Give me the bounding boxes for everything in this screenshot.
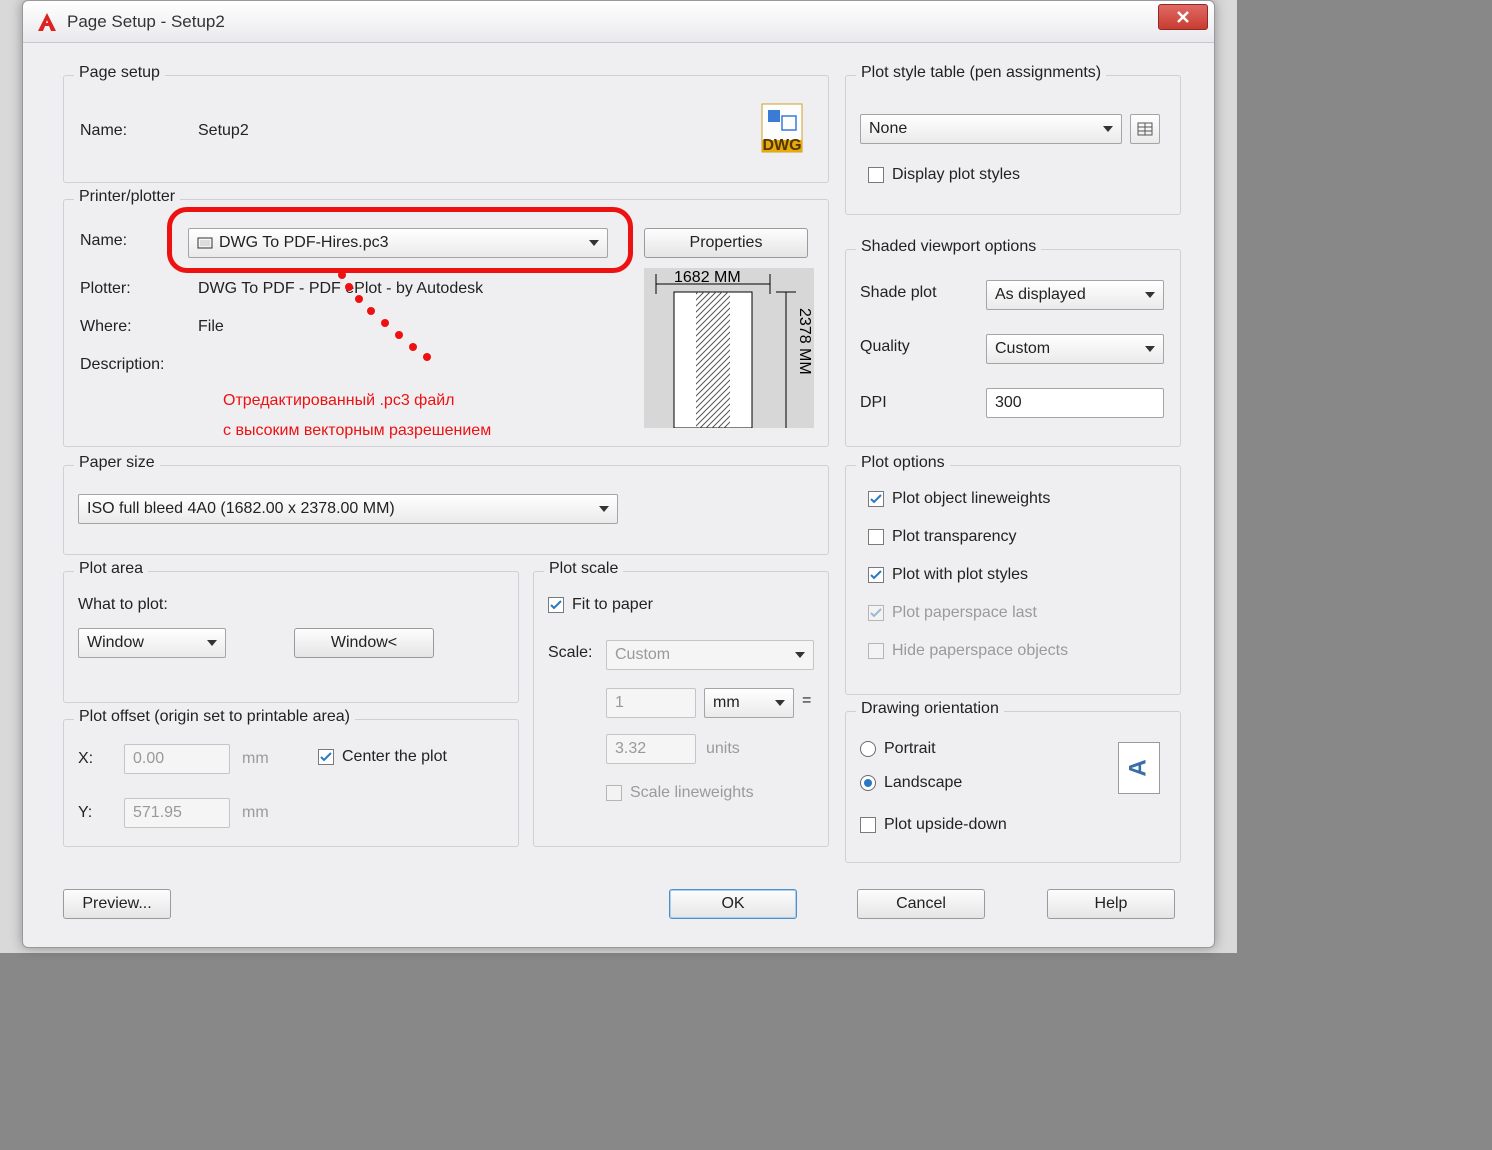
group-shaded-viewport: Shaded viewport options Shade plot As di… bbox=[845, 249, 1181, 447]
quality-combo[interactable]: Custom bbox=[986, 334, 1164, 364]
paper-size-combo[interactable]: ISO full bleed 4A0 (1682.00 x 2378.00 MM… bbox=[78, 494, 618, 524]
dpi-input[interactable]: 300 bbox=[986, 388, 1164, 418]
preview-button[interactable]: Preview... bbox=[63, 889, 171, 919]
scale-label: Scale: bbox=[548, 644, 592, 662]
shade-plot-combo[interactable]: As displayed bbox=[986, 280, 1164, 310]
plotter-label: Plotter: bbox=[80, 280, 131, 298]
help-button[interactable]: Help bbox=[1047, 889, 1175, 919]
offset-x-input[interactable]: 0.00 bbox=[124, 744, 230, 774]
table-icon bbox=[1137, 121, 1153, 137]
printer-name-label: Name: bbox=[80, 232, 127, 250]
what-to-plot-combo[interactable]: Window bbox=[78, 628, 226, 658]
plot-style-combo[interactable]: None bbox=[860, 114, 1122, 144]
fit-to-paper-check[interactable]: Fit to paper bbox=[548, 596, 653, 614]
plot-paperspace-last-check: Plot paperspace last bbox=[868, 604, 1037, 622]
hide-paperspace-check: Hide paperspace objects bbox=[868, 642, 1068, 660]
scale-denominator-input[interactable]: 3.32 bbox=[606, 734, 696, 764]
annotation-text: Отредактированный .pc3 файл с высоким ве… bbox=[219, 385, 495, 445]
window-title: Page Setup - Setup2 bbox=[67, 12, 225, 32]
description-label: Description: bbox=[80, 356, 164, 374]
paper-preview-canvas: 1682 MM 2378 MM bbox=[644, 268, 814, 428]
group-page-setup: Page setup Name: Setup2 DWG bbox=[63, 75, 829, 183]
properties-button[interactable]: Properties bbox=[644, 228, 808, 258]
offset-y-label: Y: bbox=[78, 804, 92, 822]
plot-with-plot-styles-check[interactable]: Plot with plot styles bbox=[868, 566, 1028, 584]
group-label-shaded-viewport: Shaded viewport options bbox=[856, 238, 1041, 256]
group-plot-offset: Plot offset (origin set to printable are… bbox=[63, 719, 519, 847]
orientation-icon: A bbox=[1118, 742, 1160, 794]
scale-lineweights-check: Scale lineweights bbox=[606, 784, 754, 802]
group-label-page-setup: Page setup bbox=[74, 64, 165, 82]
dpi-label: DPI bbox=[860, 394, 887, 412]
page-setup-name: Setup2 bbox=[198, 122, 249, 140]
plot-style-edit-button[interactable] bbox=[1130, 114, 1160, 144]
page-setup-name-label: Name: bbox=[80, 122, 127, 140]
group-label-plot-area: Plot area bbox=[74, 560, 148, 578]
offset-x-label: X: bbox=[78, 750, 93, 768]
upside-down-check[interactable]: Plot upside-down bbox=[860, 816, 1007, 834]
group-label-plot-options: Plot options bbox=[856, 454, 950, 472]
group-label-orientation: Drawing orientation bbox=[856, 700, 1004, 718]
svg-text:DWG: DWG bbox=[762, 137, 801, 154]
titlebar: Page Setup - Setup2 bbox=[23, 1, 1214, 43]
plot-lineweights-check[interactable]: Plot object lineweights bbox=[868, 490, 1050, 508]
plotter-value: DWG To PDF - PDF ePlot - by Autodesk bbox=[198, 280, 483, 298]
offset-y-unit: mm bbox=[242, 804, 269, 822]
printer-name-value: DWG To PDF-Hires.pc3 bbox=[219, 234, 389, 252]
scale-combo[interactable]: Custom bbox=[606, 640, 814, 670]
group-paper-size: Paper size ISO full bleed 4A0 (1682.00 x… bbox=[63, 465, 829, 555]
group-drawing-orientation: Drawing orientation Portrait Landscape P… bbox=[845, 711, 1181, 863]
where-label: Where: bbox=[80, 318, 132, 336]
display-plot-styles-check[interactable]: Display plot styles bbox=[868, 166, 1020, 184]
svg-text:2378 MM: 2378 MM bbox=[796, 308, 813, 375]
dwg-icon: DWG bbox=[760, 100, 806, 156]
what-to-plot-label: What to plot: bbox=[78, 596, 168, 614]
units-label: units bbox=[706, 740, 740, 758]
group-label-plot-style: Plot style table (pen assignments) bbox=[856, 64, 1106, 82]
offset-y-input[interactable]: 571.95 bbox=[124, 798, 230, 828]
group-plot-options: Plot options Plot object lineweights Plo… bbox=[845, 465, 1181, 695]
portrait-radio[interactable]: Portrait bbox=[860, 740, 936, 758]
offset-x-unit: mm bbox=[242, 750, 269, 768]
svg-text:1682 MM: 1682 MM bbox=[674, 269, 741, 286]
close-icon bbox=[1175, 10, 1191, 24]
page-setup-dialog: Page Setup - Setup2 Page setup Name: Set… bbox=[22, 0, 1215, 948]
group-plot-scale: Plot scale Fit to paper Scale: Custom 1 … bbox=[533, 571, 829, 847]
window-button[interactable]: Window< bbox=[294, 628, 434, 658]
where-value: File bbox=[198, 318, 224, 336]
center-the-plot-check[interactable]: Center the plot bbox=[318, 748, 447, 766]
landscape-radio[interactable]: Landscape bbox=[860, 774, 962, 792]
group-label-plot-offset: Plot offset (origin set to printable are… bbox=[74, 708, 355, 726]
scale-unit-combo[interactable]: mm bbox=[704, 688, 794, 718]
group-label-plot-scale: Plot scale bbox=[544, 560, 623, 578]
scale-numerator-input[interactable]: 1 bbox=[606, 688, 696, 718]
group-plot-style-table: Plot style table (pen assignments) None … bbox=[845, 75, 1181, 215]
group-plot-area: Plot area What to plot: Window Window< bbox=[63, 571, 519, 703]
printer-name-combo[interactable]: DWG To PDF-Hires.pc3 bbox=[188, 228, 608, 258]
equals-sign: = bbox=[802, 692, 811, 710]
group-label-printer: Printer/plotter bbox=[74, 188, 180, 206]
cancel-button[interactable]: Cancel bbox=[857, 889, 985, 919]
group-label-paper-size: Paper size bbox=[74, 454, 160, 472]
plotter-icon bbox=[197, 235, 213, 251]
close-button[interactable] bbox=[1158, 4, 1208, 30]
ok-button[interactable]: OK bbox=[669, 889, 797, 919]
shade-plot-label: Shade plot bbox=[860, 284, 937, 302]
paper-preview: 1682 MM 2378 MM bbox=[644, 268, 814, 428]
autocad-icon bbox=[35, 10, 59, 34]
quality-label: Quality bbox=[860, 338, 910, 356]
plot-transparency-check[interactable]: Plot transparency bbox=[868, 528, 1017, 546]
